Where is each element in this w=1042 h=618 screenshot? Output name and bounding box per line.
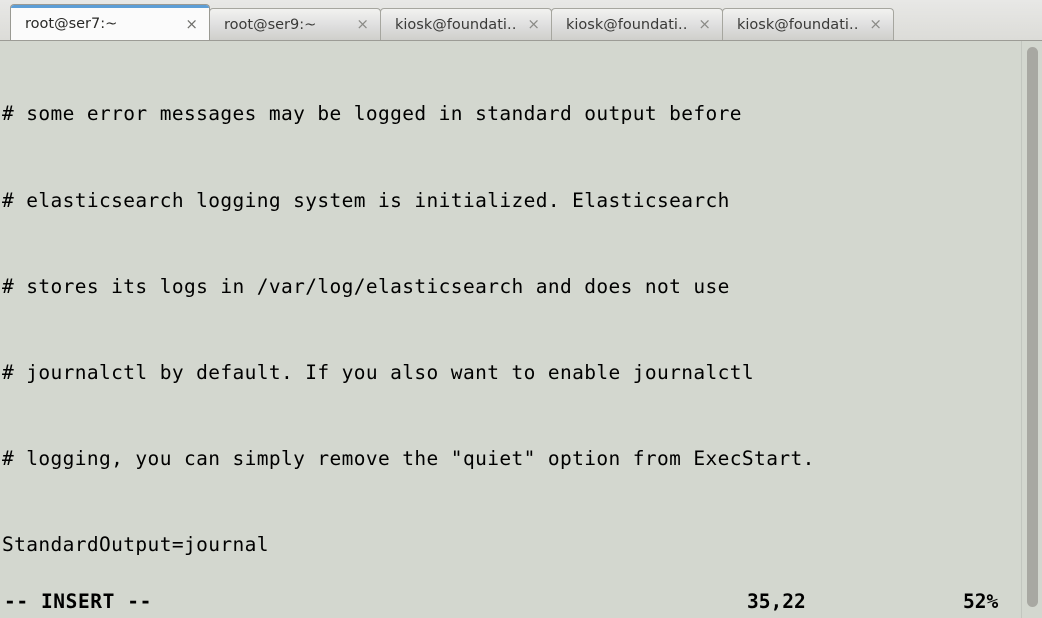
tab-label: kiosk@foundati…	[395, 16, 519, 33]
scrollbar-thumb[interactable]	[1027, 47, 1038, 607]
terminal-window: root@ser7:~ × root@ser9:~ × kiosk@founda…	[0, 0, 1042, 618]
tab-kiosk-foundation-3[interactable]: kiosk@foundati… ×	[722, 8, 894, 40]
tab-label: root@ser7:~	[25, 16, 118, 32]
buffer-line: # logging, you can simply remove the "qu…	[2, 446, 815, 470]
close-icon[interactable]: ×	[353, 16, 372, 33]
vertical-scrollbar[interactable]	[1021, 41, 1042, 618]
tab-label: kiosk@foundati…	[737, 16, 861, 33]
close-icon[interactable]: ×	[524, 16, 543, 33]
tab-root-ser7[interactable]: root@ser7:~ ×	[10, 4, 210, 40]
close-icon[interactable]: ×	[866, 16, 885, 33]
buffer-line: # stores its logs in /var/log/elasticsea…	[2, 274, 730, 298]
cursor-position-indicator: 35,22	[747, 590, 806, 613]
tab-kiosk-foundation-2[interactable]: kiosk@foundati… ×	[551, 8, 723, 40]
buffer-line: StandardOutput=journal	[2, 532, 269, 556]
buffer-line: # some error messages may be logged in s…	[2, 102, 742, 126]
tab-kiosk-foundation-1[interactable]: kiosk@foundati… ×	[380, 8, 552, 40]
vim-mode-indicator: -- INSERT --	[4, 590, 152, 613]
tab-label: root@ser9:~	[224, 16, 317, 33]
tab-label: kiosk@foundati…	[566, 16, 690, 33]
tab-bar: root@ser7:~ × root@ser9:~ × kiosk@founda…	[0, 0, 1042, 41]
tab-root-ser9[interactable]: root@ser9:~ ×	[209, 8, 381, 40]
scroll-percent-indicator: 52%	[963, 590, 999, 613]
buffer-line: # elasticsearch logging system is initia…	[2, 188, 730, 212]
vim-status-line: -- INSERT -- 35,22 52%	[0, 588, 1022, 618]
close-icon[interactable]: ×	[695, 16, 714, 33]
vim-buffer[interactable]: # some error messages may be logged in s…	[0, 43, 1022, 618]
close-icon[interactable]: ×	[182, 16, 201, 33]
buffer-line: # journalctl by default. If you also wan…	[2, 360, 755, 384]
terminal-body[interactable]: # some error messages may be logged in s…	[0, 41, 1042, 618]
